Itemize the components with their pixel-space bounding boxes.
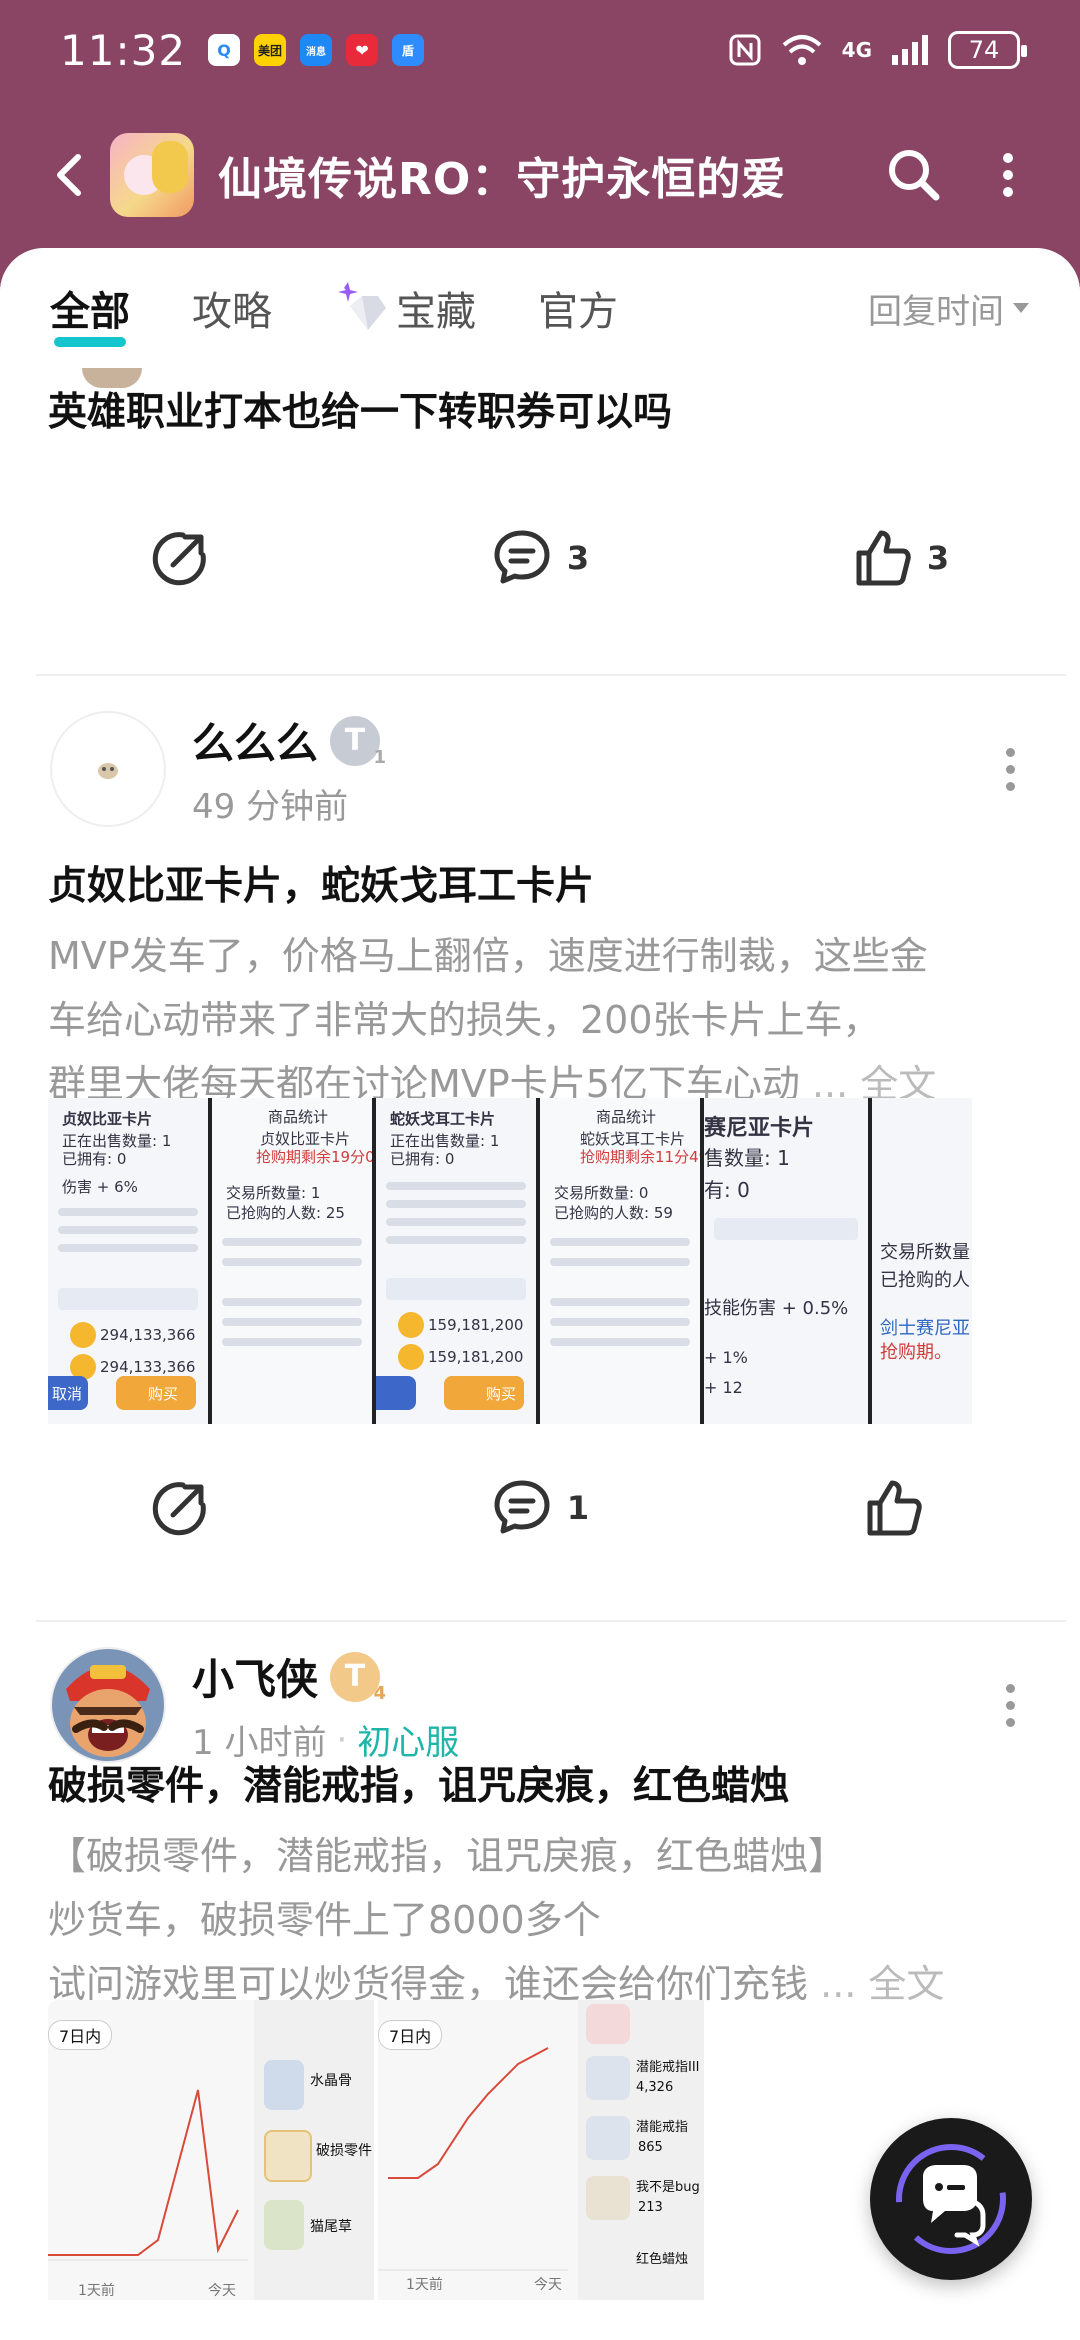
wifi-icon (782, 35, 821, 65)
post-card[interactable]: 么么么 T1 49 分钟前 贞奴比亚卡片，蛇妖戈耳工卡片 MVP发车了，价格马上… (0, 678, 1080, 1640)
status-time: 11:32 (60, 25, 187, 75)
divider (36, 674, 1066, 676)
sort-dropdown[interactable]: 回复时间 (868, 284, 1030, 333)
avatar[interactable] (50, 1647, 166, 1763)
post-more-icon[interactable] (1000, 747, 1020, 791)
read-full-link[interactable]: ... 全文 (820, 1962, 944, 2006)
like-count: 3 (926, 539, 950, 577)
status-bar: 11:32 Q 美团 消息 ❤ 盾 4G 74 (0, 0, 1080, 100)
search-icon[interactable] (882, 143, 946, 207)
heart-app-icon: ❤ (346, 34, 379, 66)
battery-indicator: 74 (948, 31, 1027, 69)
comment-icon (494, 530, 550, 584)
battery-level: 74 (968, 36, 1000, 64)
gallery-image[interactable]: 蛇妖戈耳工卡片 正在出售数量: 1 已拥有: 0 159,181,200 159… (376, 1098, 540, 1424)
avatar[interactable] (50, 711, 166, 827)
content-sheet: 全部 攻略 宝藏 官方 回复时间 英雄职业打本也给一下转职券可以吗 3 3 么么… (0, 248, 1080, 2340)
post-title[interactable]: 英雄职业打本也给一下转职券可以吗 (48, 388, 672, 439)
like-button[interactable] (720, 1477, 1080, 1539)
chat-bubble-icon (896, 2144, 1006, 2254)
comment-count: 3 (566, 539, 590, 577)
back-icon[interactable] (40, 145, 100, 205)
tab-treasure[interactable]: 宝藏 (334, 279, 476, 337)
post-title[interactable]: 贞奴比亚卡片，蛇妖戈耳工卡片 (48, 862, 594, 913)
network-type: 4G (841, 38, 872, 62)
tab-official[interactable]: 官方 (538, 279, 618, 337)
sort-label: 回复时间 (868, 291, 1004, 332)
post-actions: 3 3 (0, 498, 1080, 618)
image-gallery[interactable]: 贞奴比亚卡片 正在出售数量: 1 已拥有: 0 伤害 + 6% 294,133,… (48, 1098, 1032, 1424)
thumbs-up-icon (856, 530, 911, 586)
level-number: 4 (373, 1682, 387, 1704)
gallery-image[interactable]: 赛尼亚卡片 售数量: 1 有: 0 技能伤害 + 0.5% + 1% + 12 (704, 1098, 868, 1424)
caret-down-icon (1013, 303, 1029, 313)
post-body-line: MVP发车了，价格马上翻倍，速度进行制裁，这些金 (48, 934, 928, 978)
post-more-icon[interactable] (1000, 1683, 1020, 1727)
gallery-image[interactable]: 交易所数量 已抢购的人 剑士赛尼亚 抢购期。 (868, 1098, 972, 1424)
share-button[interactable] (0, 1477, 360, 1539)
author-name[interactable]: 么么么 (192, 710, 318, 771)
tab-treasure-label: 宝藏 (396, 289, 476, 335)
avatar[interactable] (82, 368, 142, 388)
post-body-line: 【破损零件，潜能戒指，诅咒戾痕，红色蜡烛】 (48, 1834, 847, 1878)
level-badge: T1 (330, 715, 386, 768)
gallery-image[interactable]: 7日内 1天前 今天 潜能戒指III 4,326 潜能戒指 865 我不是bug… (378, 2000, 704, 2300)
post-time: 49 分钟前 (192, 787, 349, 827)
post-feed: 英雄职业打本也给一下转职券可以吗 3 3 么么么 T 1 49 分钟前 贞奴比亚… (0, 348, 1080, 2340)
level-badge: T4 (330, 1651, 386, 1704)
author-name[interactable]: 小飞侠 (192, 1646, 318, 1707)
game-logo[interactable] (110, 133, 194, 217)
comment-count: 1 (566, 1489, 590, 1527)
notification-icons: Q 美团 消息 ❤ 盾 (208, 34, 425, 66)
qq-browser-icon: Q (208, 34, 241, 66)
post-body[interactable]: 【破损零件，潜能戒指，诅咒戾痕，红色蜡烛】 炒货车，破损零件上了8000多个 试… (48, 1824, 1058, 2016)
post-body-line: 车给心动带来了非常大的损失，200张卡片上车， (48, 998, 881, 1042)
author-row: 么么么 T1 49 分钟前 (0, 704, 1080, 834)
post-actions: 1 (0, 1448, 1080, 1568)
diamond-icon (334, 280, 390, 336)
share-icon (152, 532, 206, 586)
meituan-icon: 美团 (254, 34, 287, 66)
post-title[interactable]: 破损零件，潜能戒指，诅咒戾痕，红色蜡烛 (48, 1762, 789, 1813)
tab-all[interactable]: 全部 (50, 279, 130, 347)
level-number: 1 (373, 746, 387, 768)
comment-button[interactable]: 3 (360, 527, 720, 589)
category-tabs: 全部 攻略 宝藏 官方 回复时间 (0, 248, 1080, 368)
comment-icon (494, 1480, 550, 1534)
comment-button[interactable]: 1 (360, 1477, 720, 1539)
signal-icon (892, 35, 928, 65)
like-button[interactable]: 3 (720, 527, 1080, 589)
more-options-icon[interactable] (976, 143, 1040, 207)
gallery-image[interactable]: 商品统计 贞奴比亚卡片 抢购期剩余19分0秒 交易所数量: 1 已抢购的人数: … (212, 1098, 376, 1424)
page-title: 仙境传说RO：守护永恒的爱 (218, 154, 787, 205)
post-body-line: 炒货车，破损零件上了8000多个 (48, 1898, 601, 1942)
author-row: 小飞侠 T4 1 小时前 · 初心服 (0, 1640, 1080, 1770)
post-body[interactable]: MVP发车了，价格马上翻倍，速度进行制裁，这些金 车给心动带来了非常大的损失，2… (48, 924, 1048, 1116)
thumbs-up-icon (867, 1480, 922, 1536)
shield-icon: 盾 (392, 34, 425, 66)
share-button[interactable] (0, 527, 360, 589)
gallery-image[interactable]: 商品统计 蛇妖戈耳工卡片 抢购期剩余11分49秒 交易所数量: 0 已抢购的人数… (540, 1098, 704, 1424)
post-time: 1 小时前 (192, 1723, 327, 1763)
post-card[interactable]: 英雄职业打本也给一下转职券可以吗 3 3 (0, 348, 1080, 678)
tab-guides[interactable]: 攻略 (192, 279, 272, 337)
app-header: 仙境传说RO：守护永恒的爱 (0, 120, 1080, 230)
divider (36, 1620, 1066, 1622)
server-tag[interactable]: 初心服 (357, 1715, 459, 1764)
share-icon (152, 1482, 206, 1536)
image-gallery[interactable]: 7日内 1天前 今天 水晶骨 破损零件 猫尾草 7日内 1天前 今天 潜能戒指I… (48, 2000, 704, 2300)
gallery-image[interactable]: 贞奴比亚卡片 正在出售数量: 1 已拥有: 0 伤害 + 6% 294,133,… (48, 1098, 212, 1424)
chat-fab-button[interactable] (870, 2118, 1032, 2280)
message-icon: 消息 (300, 34, 333, 66)
gallery-image[interactable]: 7日内 1天前 今天 水晶骨 破损零件 猫尾草 (48, 2000, 374, 2300)
nfc-icon (729, 34, 761, 66)
